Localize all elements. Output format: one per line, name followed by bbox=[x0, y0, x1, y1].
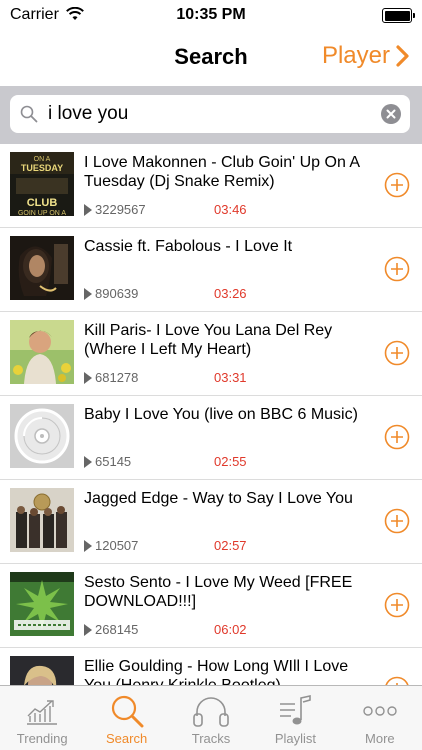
track-duration: 03:26 bbox=[214, 286, 247, 301]
add-circle-icon[interactable] bbox=[384, 508, 410, 534]
navigation-bar: Search Player bbox=[0, 30, 422, 86]
list-item[interactable]: Cassie ft. Fabolous - I Love It 890639 0… bbox=[0, 228, 422, 312]
svg-text:ON A: ON A bbox=[34, 156, 51, 163]
headphones-icon bbox=[193, 697, 229, 727]
play-count-icon bbox=[84, 371, 92, 384]
tab-search[interactable]: Search bbox=[84, 686, 168, 750]
tab-trending[interactable]: Trending bbox=[0, 686, 84, 750]
tab-playlist[interactable]: Playlist bbox=[253, 686, 337, 750]
add-circle-icon[interactable] bbox=[384, 592, 410, 618]
play-count-icon bbox=[84, 455, 92, 468]
list-item[interactable]: Baby I Love You (live on BBC 6 Music) 65… bbox=[0, 396, 422, 480]
play-count-value: 268145 bbox=[95, 622, 139, 637]
clock: 10:35 PM bbox=[176, 6, 246, 23]
play-count-value: 120507 bbox=[95, 538, 139, 553]
track-duration: 02:55 bbox=[214, 454, 247, 469]
play-count-value: 65145 bbox=[95, 454, 132, 469]
album-art: ON A TUESDAY CLUB GOIN UP ON A bbox=[10, 152, 74, 216]
status-bar: Carrier 10:35 PM bbox=[0, 0, 422, 30]
add-circle-icon[interactable] bbox=[384, 424, 410, 450]
tab-tracks[interactable]: Tracks bbox=[169, 686, 253, 750]
track-title: Sesto Sento - I Love My Weed [FREE DOWNL… bbox=[84, 574, 353, 610]
album-art bbox=[10, 656, 74, 685]
list-item[interactable]: Ellie Goulding - How Long WIll I Love Yo… bbox=[0, 648, 422, 685]
list-item[interactable]: Sesto Sento - I Love My Weed [FREE DOWNL… bbox=[0, 564, 422, 648]
album-art bbox=[10, 404, 74, 468]
add-circle-icon[interactable] bbox=[384, 340, 410, 366]
play-count: 268145 bbox=[84, 622, 138, 637]
add-circle-icon[interactable] bbox=[384, 172, 410, 198]
album-art bbox=[10, 488, 74, 552]
track-title: Kill Paris- I Love You Lana Del Rey (Whe… bbox=[84, 322, 333, 358]
tab-label: Playlist bbox=[274, 731, 317, 746]
list-item[interactable]: Kill Paris- I Love You Lana Del Rey (Whe… bbox=[0, 312, 422, 396]
track-title: Cassie ft. Fabolous - I Love It bbox=[84, 238, 293, 255]
tab-label: Tracks bbox=[191, 731, 231, 746]
tab-label: Search bbox=[106, 731, 148, 746]
playlist-note-icon bbox=[280, 695, 312, 725]
track-duration: 03:46 bbox=[214, 202, 247, 217]
chevron-right-icon bbox=[396, 45, 409, 67]
svg-text:TUESDAY: TUESDAY bbox=[21, 163, 63, 173]
play-count: 890639 bbox=[84, 286, 138, 301]
play-count: 3229567 bbox=[84, 202, 146, 217]
play-count-value: 890639 bbox=[95, 286, 139, 301]
play-count-icon bbox=[84, 539, 92, 552]
tab-more[interactable]: More bbox=[338, 686, 422, 750]
track-duration: 06:02 bbox=[214, 622, 247, 637]
add-circle-icon[interactable] bbox=[384, 256, 410, 282]
track-title: Ellie Goulding - How Long WIll I Love Yo… bbox=[84, 658, 349, 685]
more-dots-icon bbox=[363, 706, 397, 716]
tab-label: Trending bbox=[16, 731, 68, 746]
play-count: 65145 bbox=[84, 454, 131, 469]
svg-text:GOIN UP ON A: GOIN UP ON A bbox=[18, 210, 66, 216]
search-bar-container bbox=[0, 86, 422, 144]
search-results-list: ON A TUESDAY CLUB GOIN UP ON A I Love Ma… bbox=[0, 144, 422, 685]
play-count-icon bbox=[84, 203, 92, 216]
album-art bbox=[10, 320, 74, 384]
track-duration: 02:57 bbox=[214, 538, 247, 553]
track-duration: 03:31 bbox=[214, 370, 247, 385]
play-count: 120507 bbox=[84, 538, 138, 553]
album-art bbox=[10, 572, 74, 636]
play-count-value: 3229567 bbox=[95, 202, 146, 217]
search-box[interactable] bbox=[10, 95, 410, 133]
track-title: I Love Makonnen - Club Goin' Up On A Tue… bbox=[84, 154, 360, 190]
clear-search-icon[interactable] bbox=[381, 104, 401, 124]
search-icon bbox=[20, 105, 38, 128]
album-art bbox=[10, 236, 74, 300]
player-button[interactable]: Player bbox=[322, 42, 410, 70]
svg-text:CLUB: CLUB bbox=[27, 197, 58, 209]
player-button-label: Player bbox=[321, 42, 390, 69]
play-count-icon bbox=[84, 623, 92, 636]
play-count: 681278 bbox=[84, 370, 138, 385]
list-item[interactable]: Jagged Edge - Way to Say I Love You 1205… bbox=[0, 480, 422, 564]
search-input[interactable] bbox=[48, 101, 368, 127]
track-title: Jagged Edge - Way to Say I Love You bbox=[84, 490, 353, 507]
battery-icon bbox=[382, 8, 415, 23]
trending-chart-icon bbox=[27, 700, 58, 725]
magnifier-icon bbox=[111, 695, 144, 728]
add-circle-icon[interactable] bbox=[384, 676, 410, 685]
play-count-value: 681278 bbox=[95, 370, 139, 385]
tab-label: More bbox=[365, 731, 395, 746]
track-title: Baby I Love You (live on BBC 6 Music) bbox=[84, 406, 358, 423]
list-item[interactable]: ON A TUESDAY CLUB GOIN UP ON A I Love Ma… bbox=[0, 144, 422, 228]
play-count-icon bbox=[84, 287, 92, 300]
tab-bar: Trending Search Tracks Playlist More bbox=[0, 685, 422, 750]
